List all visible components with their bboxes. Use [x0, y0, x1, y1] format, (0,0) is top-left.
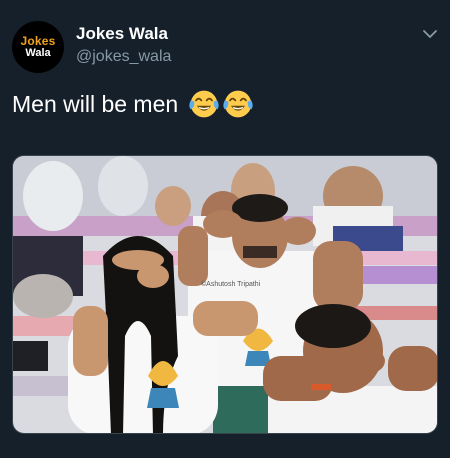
tears-of-joy-emoji-icon: [223, 90, 253, 118]
tweet-card[interactable]: Jokes Wala Jokes Wala @jokes_wala Men wi…: [0, 0, 450, 458]
tweet-text-row: Men will be men: [12, 88, 254, 120]
account-handle[interactable]: @jokes_wala: [76, 48, 171, 66]
photo-watermark: ©Ashutosh Tripathi: [201, 280, 261, 288]
tweet-photo[interactable]: ©Ashutosh Tripathi: [12, 155, 438, 434]
avatar[interactable]: Jokes Wala: [12, 21, 64, 73]
avatar-text-bottom: Wala: [25, 47, 51, 59]
tweet-text: Men will be men: [12, 90, 179, 117]
display-name[interactable]: Jokes Wala: [76, 24, 168, 44]
avatar-text-top: Jokes: [20, 34, 56, 48]
tears-of-joy-emoji-icon: [189, 90, 219, 118]
chevron-down-icon[interactable]: [420, 26, 440, 42]
